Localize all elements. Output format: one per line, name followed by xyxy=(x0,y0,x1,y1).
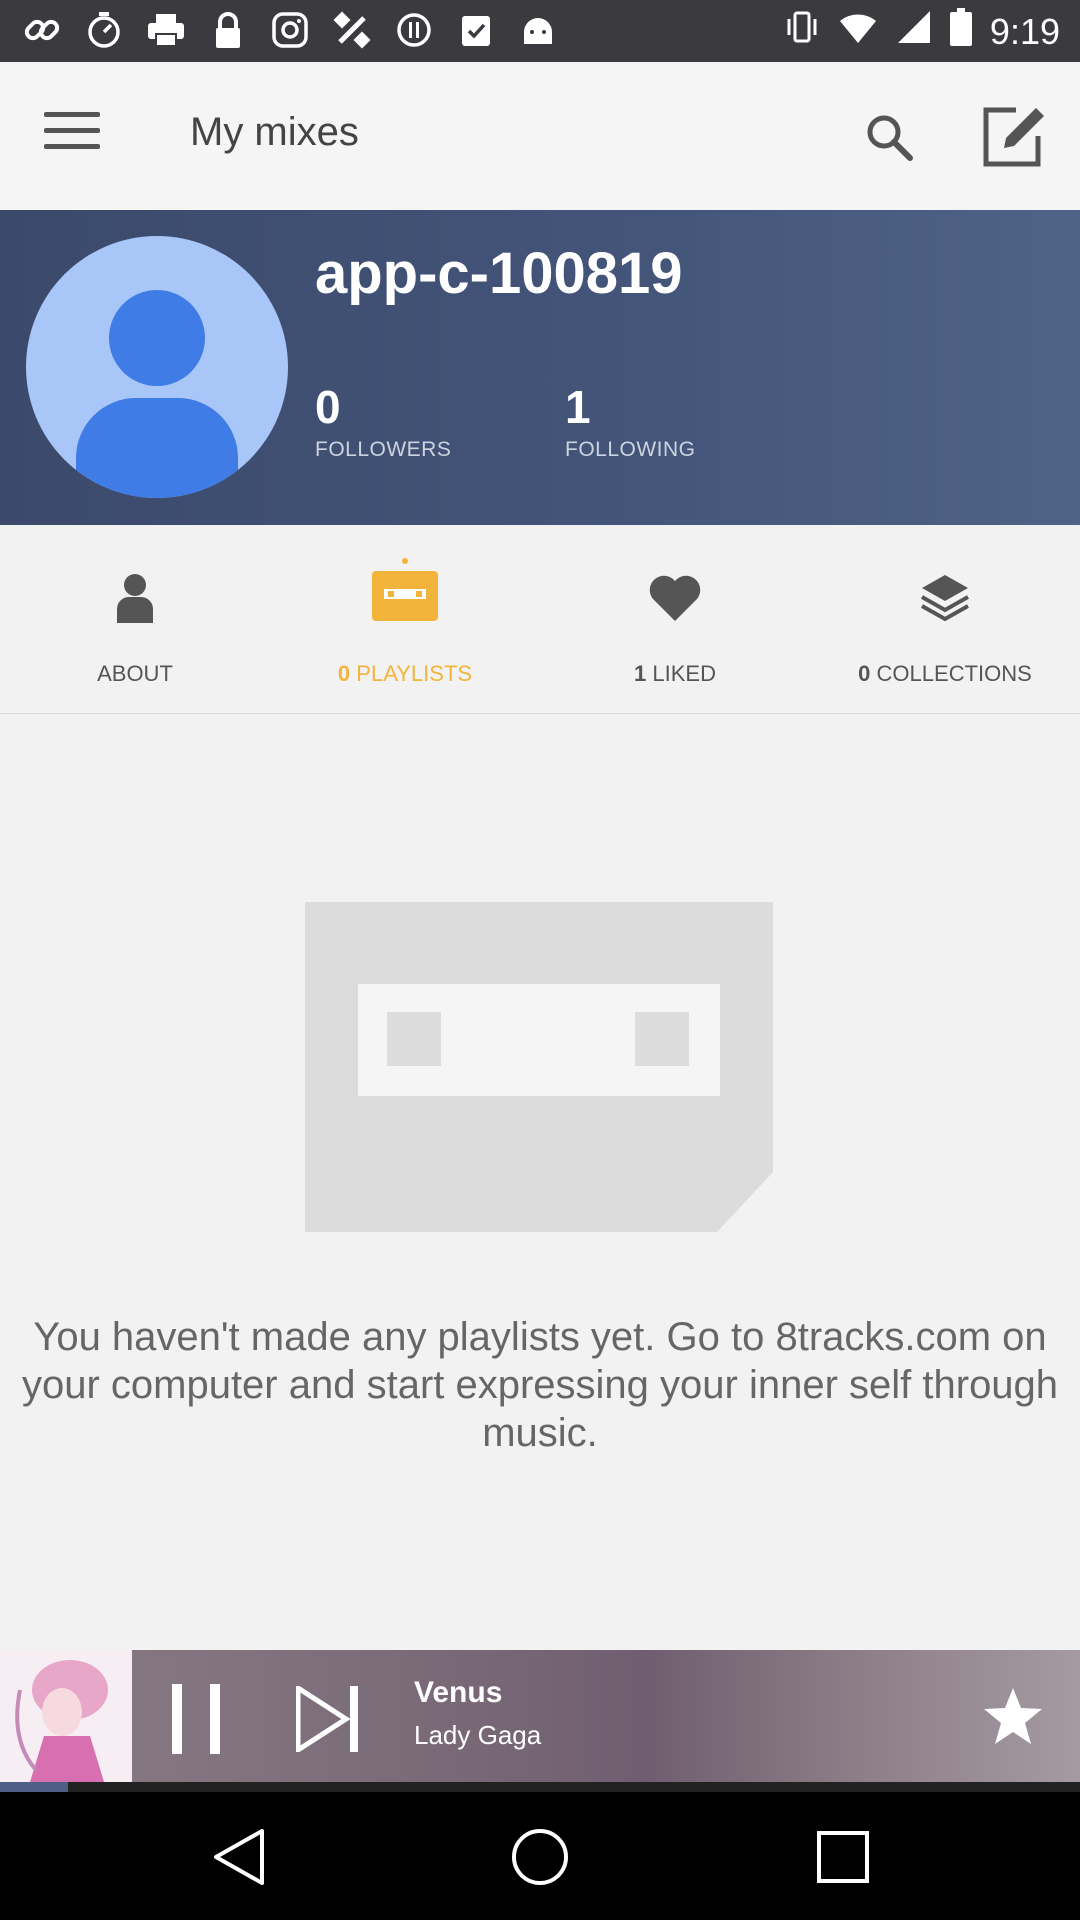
followers-stat[interactable]: 0 FOLLOWERS xyxy=(315,380,451,462)
search-icon[interactable] xyxy=(862,110,918,166)
settings-circle-icon xyxy=(394,10,434,50)
tab-label: 0 COLLECTIONS xyxy=(858,661,1032,686)
app-bar: My mixes xyxy=(0,62,1080,211)
following-stat[interactable]: 1 FOLLOWING xyxy=(565,380,696,462)
home-icon[interactable] xyxy=(505,1822,575,1892)
tab-label: 1 LIKED xyxy=(634,661,716,686)
pause-icon[interactable] xyxy=(168,1684,224,1754)
tab-liked[interactable]: 1 LIKED xyxy=(540,525,810,713)
recents-icon[interactable] xyxy=(808,1822,878,1892)
lock-icon xyxy=(208,10,248,50)
username: app-c-100819 xyxy=(315,241,683,306)
mini-player[interactable]: Venus Lady Gaga xyxy=(0,1650,1080,1782)
vibrate-icon xyxy=(784,9,820,54)
album-art[interactable] xyxy=(0,1650,132,1782)
following-label: FOLLOWING xyxy=(565,438,696,461)
tab-collections[interactable]: 0 COLLECTIONS xyxy=(810,525,1080,713)
layers-icon xyxy=(910,553,980,623)
tab-label: ABOUT xyxy=(97,661,173,686)
link-icon xyxy=(22,10,62,50)
track-title: Venus xyxy=(414,1676,503,1709)
following-count: 1 xyxy=(565,381,591,433)
back-icon[interactable] xyxy=(203,1822,273,1892)
followers-count: 0 xyxy=(315,381,341,433)
battery-icon xyxy=(949,8,972,55)
person-avatar-icon[interactable] xyxy=(26,236,288,498)
profile-tabs: ABOUT 0 PLAYLISTS 1 LIKED 0 COLLECTIONS xyxy=(0,525,1080,714)
cassette-icon xyxy=(370,553,440,623)
menu-icon[interactable] xyxy=(44,112,100,160)
star-icon[interactable] xyxy=(982,1686,1044,1748)
clock: 9:19 xyxy=(989,10,1060,52)
compose-icon[interactable] xyxy=(980,102,1050,172)
tab-playlists[interactable]: 0 PLAYLISTS xyxy=(270,525,540,713)
status-bar: 9:19 xyxy=(0,0,1080,62)
timer-icon xyxy=(84,10,124,50)
page-title: My mixes xyxy=(190,110,359,154)
person-icon xyxy=(100,553,170,623)
empty-state-message: You haven't made any playlists yet. Go t… xyxy=(21,1315,1059,1455)
tab-about[interactable]: ABOUT xyxy=(0,525,270,713)
followers-label: FOLLOWERS xyxy=(315,438,452,461)
profile-header: app-c-100819 0 FOLLOWERS 1 FOLLOWING xyxy=(0,210,1080,525)
skip-next-icon[interactable] xyxy=(295,1683,360,1755)
signal-icon xyxy=(896,9,932,54)
instagram-icon xyxy=(270,10,310,50)
wifi-icon xyxy=(838,9,878,54)
tab-label: 0 PLAYLISTS xyxy=(337,661,473,686)
fake-gps-icon xyxy=(332,10,372,50)
system-nav-bar xyxy=(0,1792,1080,1920)
playback-progress xyxy=(0,1782,1080,1792)
android-icon xyxy=(518,10,558,50)
heart-icon xyxy=(640,553,710,623)
clipboard-check-icon xyxy=(456,10,496,50)
empty-cassette-icon xyxy=(305,902,775,1232)
printer-icon xyxy=(146,10,186,50)
track-artist: Lady Gaga xyxy=(414,1720,542,1750)
